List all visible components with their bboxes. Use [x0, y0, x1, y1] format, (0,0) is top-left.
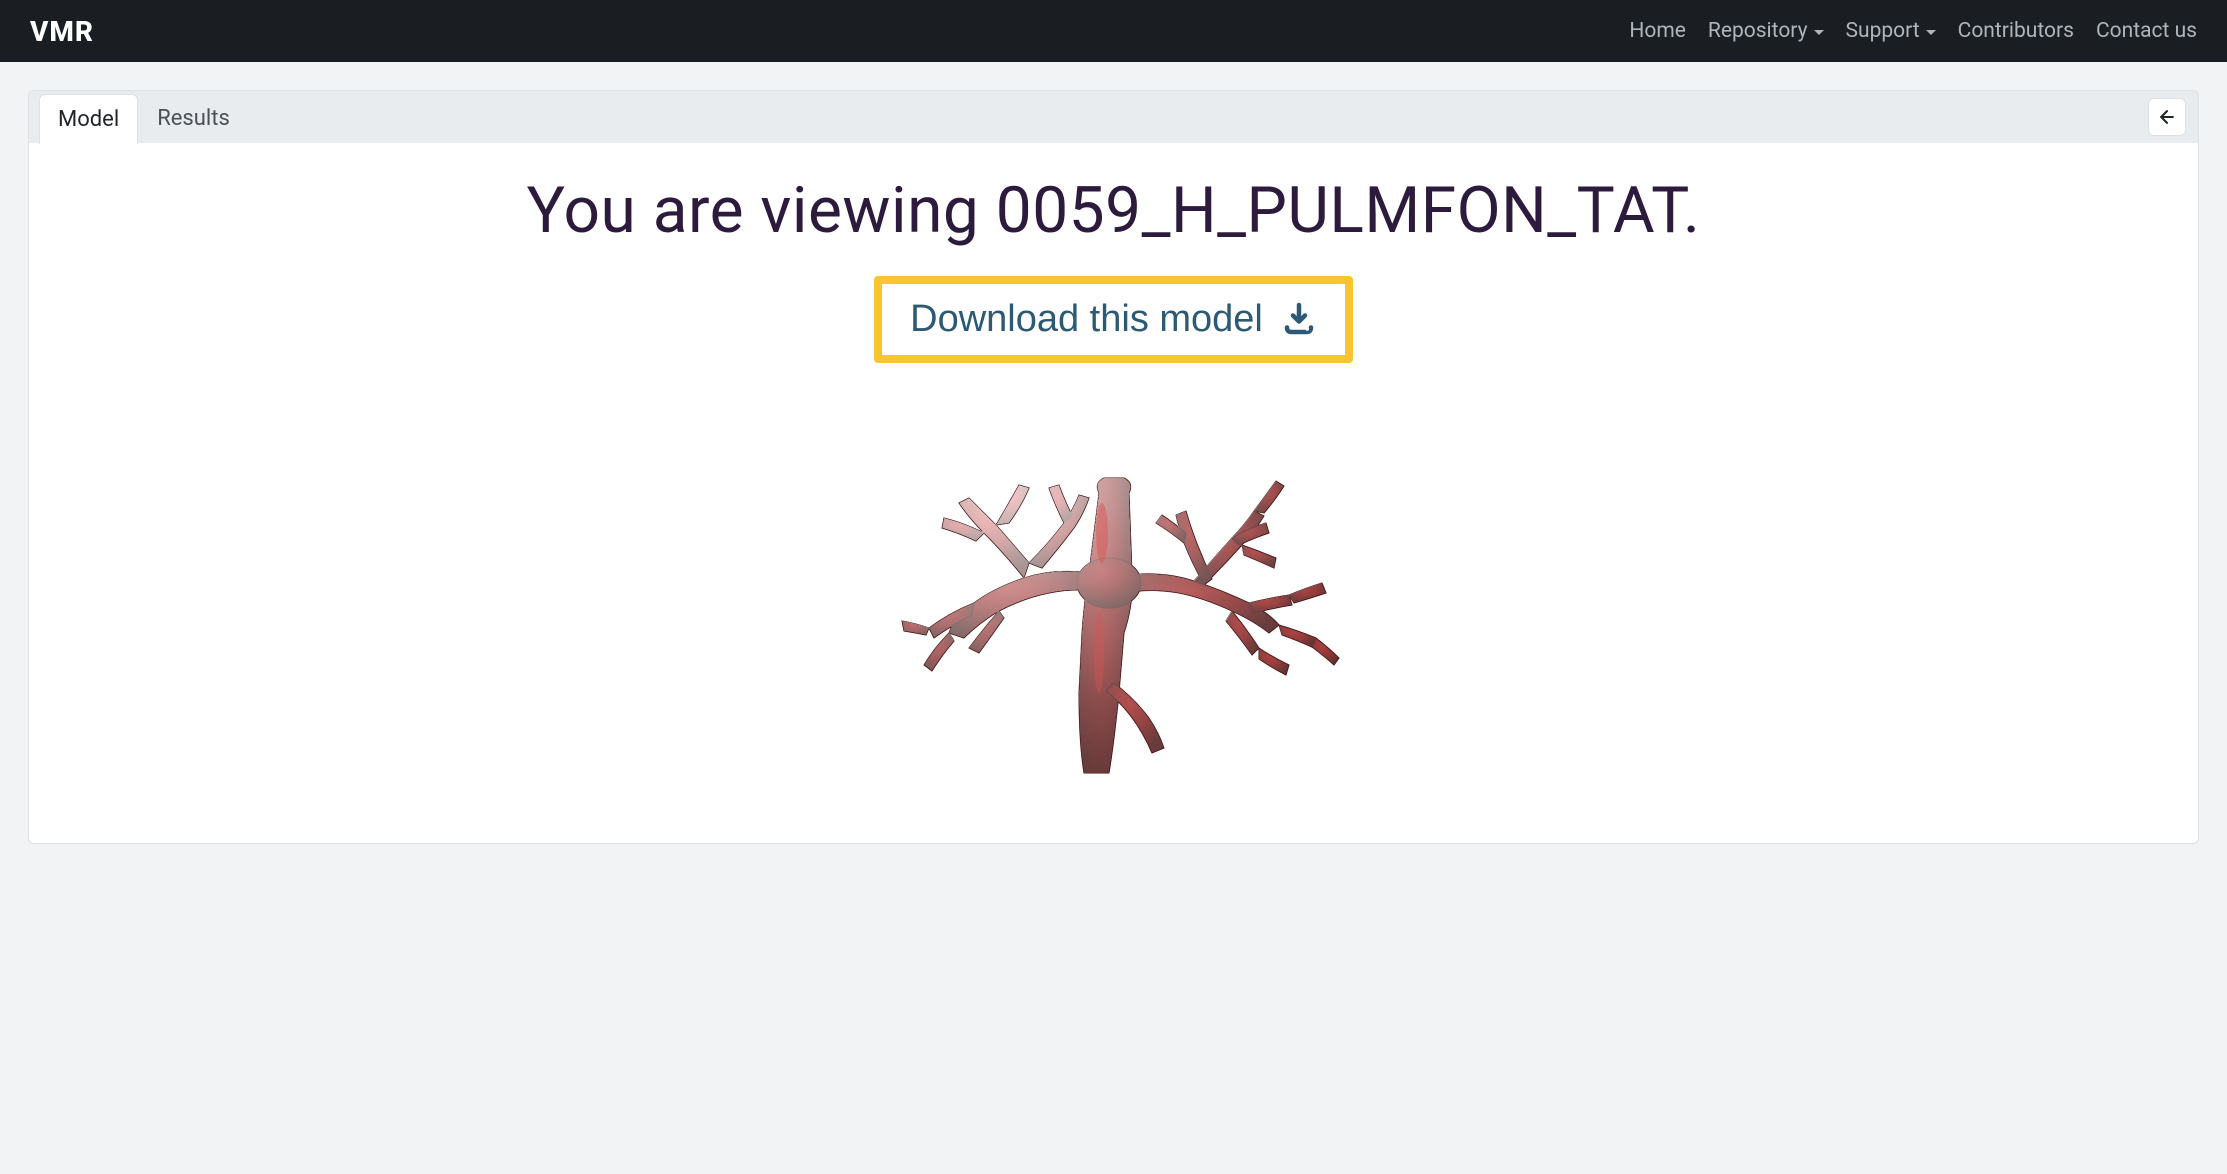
- download-button[interactable]: Download this model: [874, 276, 1353, 363]
- download-icon: [1281, 302, 1317, 338]
- chevron-down-icon: [1814, 30, 1824, 35]
- vascular-model-image: [854, 403, 1374, 783]
- navbar-nav: Home Repository Support Contributors Con…: [1629, 19, 2197, 43]
- nav-home[interactable]: Home: [1629, 19, 1686, 43]
- download-label: Download this model: [910, 298, 1263, 341]
- brand-link[interactable]: VMR: [30, 15, 94, 48]
- nav-repository[interactable]: Repository: [1708, 19, 1824, 43]
- card-content: You are viewing 0059_H_PULMFON_TAT. Down…: [29, 143, 2198, 843]
- main-container: Model Results You are viewing 0059_H_PUL…: [0, 62, 2227, 844]
- arrow-left-icon: [2157, 107, 2177, 127]
- page-title: You are viewing 0059_H_PULMFON_TAT.: [69, 173, 2158, 248]
- nav-contact[interactable]: Contact us: [2096, 19, 2197, 43]
- tab-results[interactable]: Results: [138, 93, 249, 143]
- content-card: Model Results You are viewing 0059_H_PUL…: [28, 90, 2199, 844]
- tabs-bar: Model Results: [29, 91, 2198, 143]
- back-button[interactable]: [2148, 98, 2186, 136]
- nav-repository-label: Repository: [1708, 19, 1808, 43]
- title-prefix: You are viewing: [527, 173, 996, 248]
- chevron-down-icon: [1926, 30, 1936, 35]
- nav-contributors[interactable]: Contributors: [1958, 19, 2074, 43]
- navbar: VMR Home Repository Support Contributors…: [0, 0, 2227, 62]
- model-viewer[interactable]: [69, 403, 2158, 783]
- nav-support[interactable]: Support: [1846, 19, 1936, 43]
- nav-support-label: Support: [1846, 19, 1920, 43]
- title-suffix: .: [1683, 173, 1700, 248]
- model-id: 0059_H_PULMFON_TAT: [996, 173, 1683, 248]
- tab-model[interactable]: Model: [39, 94, 138, 144]
